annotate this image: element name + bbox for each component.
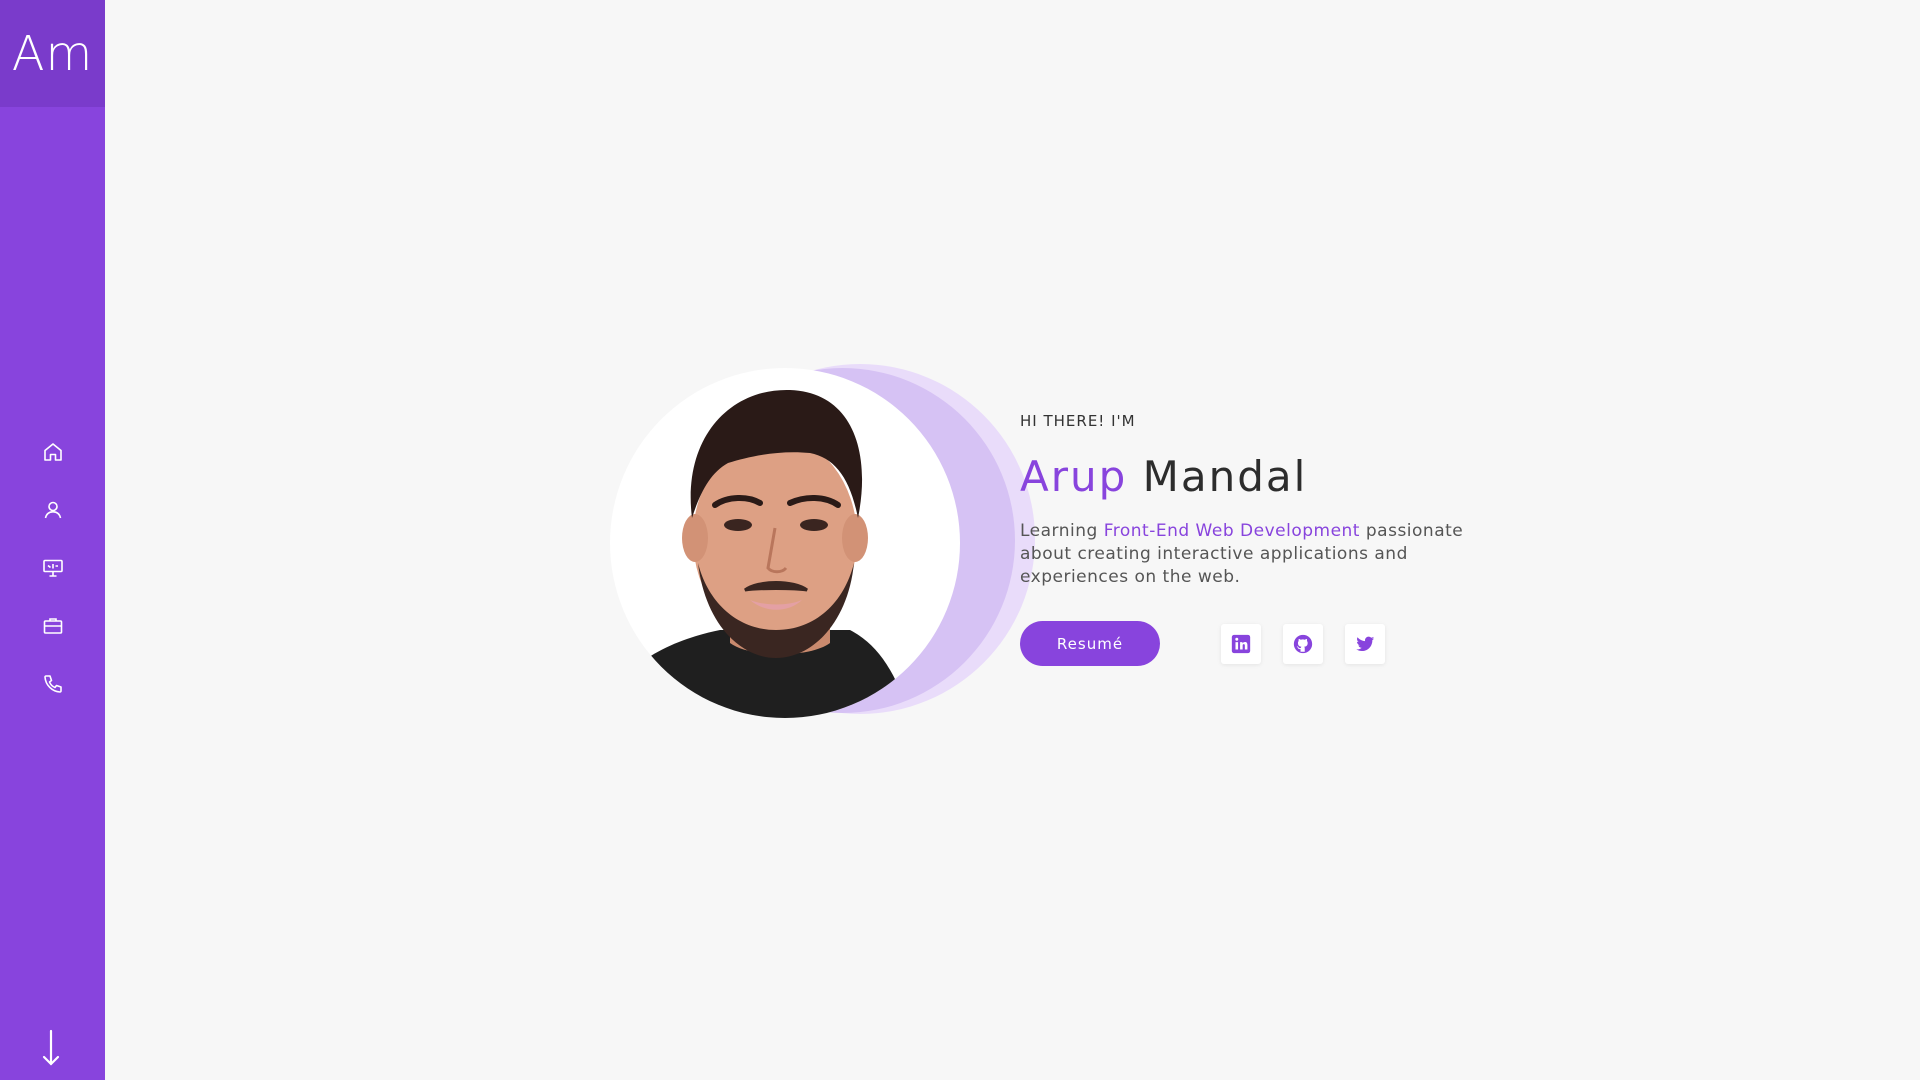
avatar	[610, 368, 960, 718]
hero-image	[600, 360, 1035, 720]
nav-contact[interactable]	[0, 655, 105, 713]
logo[interactable]: Am	[0, 0, 105, 107]
nav-home[interactable]	[0, 423, 105, 481]
home-icon	[43, 443, 62, 461]
greeting-text: HI THERE! I'M	[1020, 412, 1136, 430]
github-icon	[1293, 634, 1313, 653]
github-link[interactable]	[1283, 623, 1323, 664]
user-icon	[44, 501, 61, 519]
phone-icon	[43, 675, 62, 693]
hero-name: Arup Mandal	[1020, 452, 1520, 501]
resume-button[interactable]: Resumé	[1020, 621, 1160, 667]
twitter-link[interactable]	[1345, 623, 1385, 664]
desc-highlight: Front-End Web Development	[1103, 521, 1360, 542]
actions-row: Resumé	[1020, 621, 1520, 667]
last-name: Mandal	[1142, 452, 1308, 501]
intro-section: HI THERE! I'M Arup Mandal Learning Front…	[1020, 412, 1520, 667]
nav-projects[interactable]	[0, 597, 105, 655]
sidebar: Am	[0, 0, 105, 1080]
first-name: Arup	[1020, 452, 1128, 501]
scroll-down-button[interactable]	[36, 1026, 66, 1070]
desc-before: Learning	[1020, 521, 1104, 542]
linkedin-link[interactable]	[1221, 623, 1261, 664]
twitter-icon	[1356, 636, 1375, 651]
social-links	[1221, 623, 1407, 664]
intro-description: Learning Front-End Web Development passi…	[1020, 520, 1520, 589]
briefcase-icon	[43, 618, 62, 634]
nav-skills[interactable]	[0, 539, 105, 597]
arrow-down-icon	[42, 1029, 60, 1066]
presentation-icon	[42, 559, 63, 577]
sidebar-nav	[0, 423, 105, 713]
linkedin-icon	[1231, 634, 1251, 653]
nav-about[interactable]	[0, 481, 105, 539]
